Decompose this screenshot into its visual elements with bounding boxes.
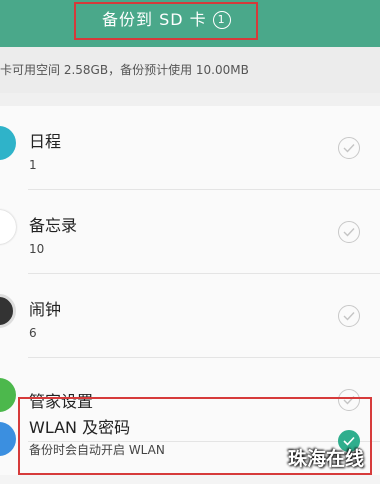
item-count: 10 [29,242,45,256]
calendar-icon [0,126,16,160]
title-bar: 备份到 SD 卡1 [0,0,380,47]
item-title: 日程 [29,132,62,151]
memo-icon [0,210,16,244]
list-item-memo[interactable]: 备忘录 10 [0,190,380,274]
check-icon [343,144,355,153]
item-checkbox[interactable] [338,221,360,243]
storage-info-bar: 卡可用空间 2.58GB，备份预计使用 10.00MB [0,47,380,93]
list-item-alarm[interactable]: 闹钟 6 [0,274,380,358]
watermark: 珠海在线 [288,448,365,470]
item-count: 6 [29,326,37,340]
storage-info-text: 卡可用空间 2.58GB，备份预计使用 10.00MB [0,63,249,77]
list-item-calendar[interactable]: 日程 1 [0,106,380,190]
item-title: 备忘录 [29,216,78,235]
item-title: 闹钟 [29,300,62,319]
title-highlight-box [74,2,258,40]
section-divider [0,93,380,106]
item-checkbox[interactable] [338,305,360,327]
check-icon [343,312,355,321]
alarm-clock-icon [0,294,16,328]
check-icon [343,228,355,237]
item-count: 1 [29,158,37,172]
wlan-icon [0,422,16,456]
item-checkbox[interactable] [338,137,360,159]
